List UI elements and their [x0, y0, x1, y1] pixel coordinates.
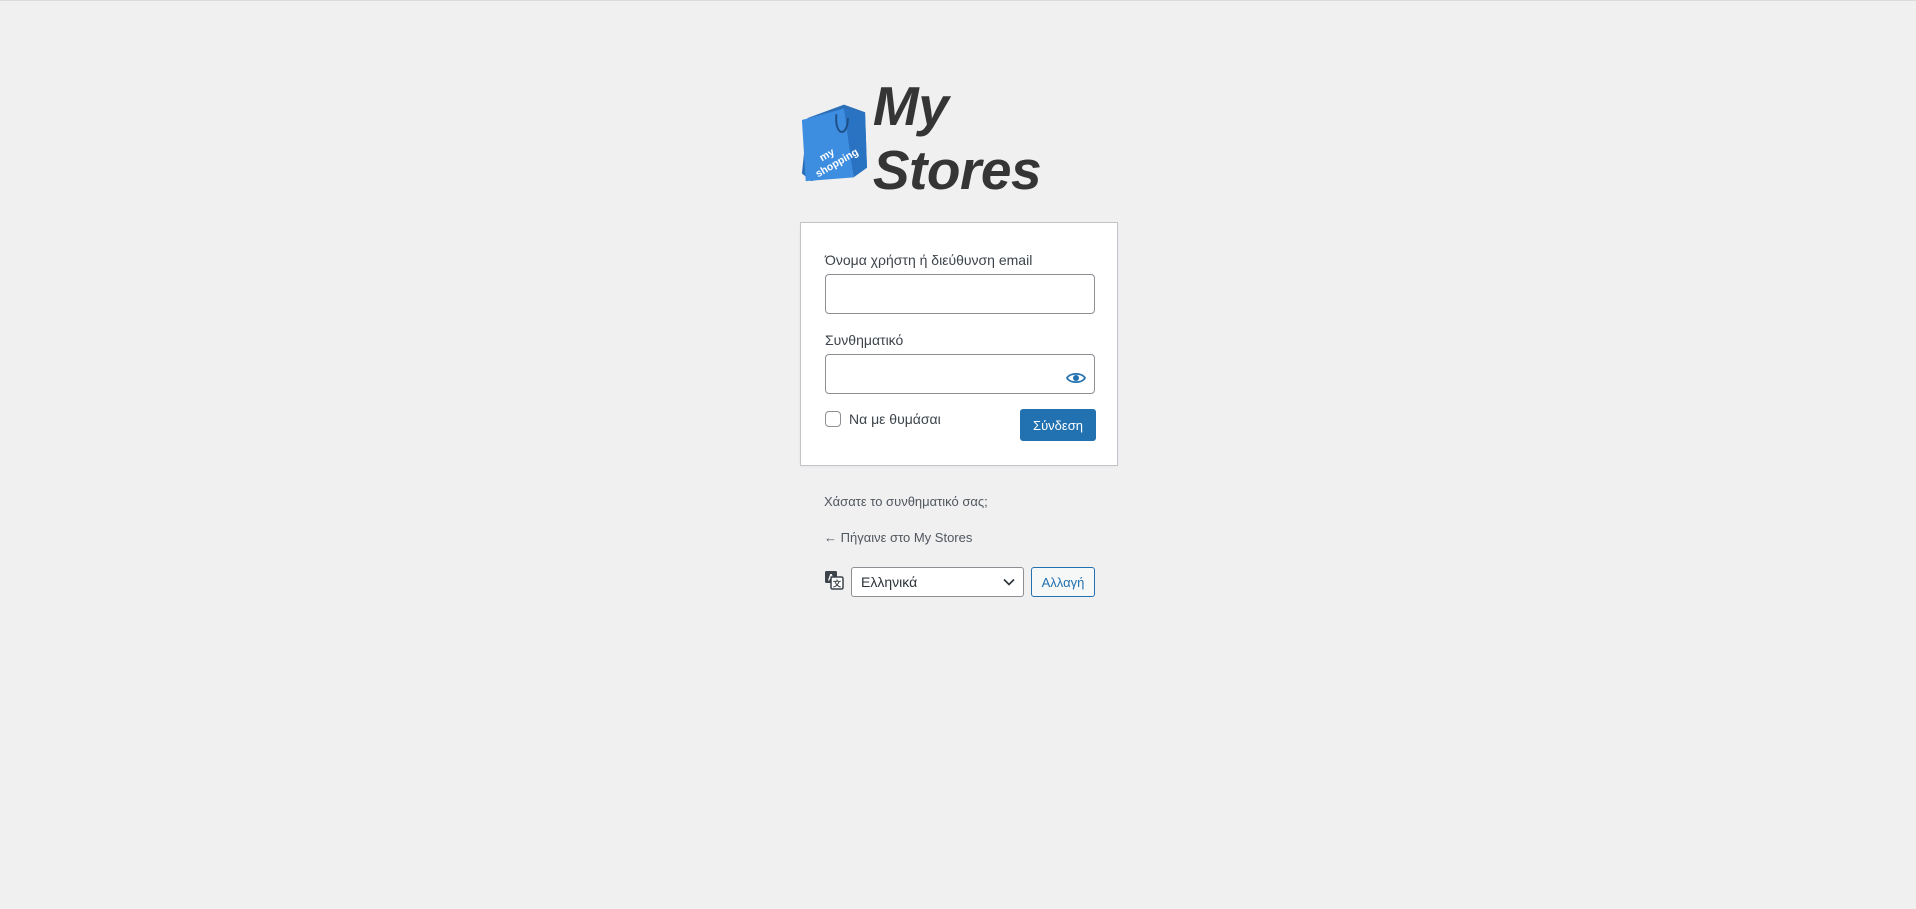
top-border [0, 0, 1916, 1]
show-password-button[interactable] [1061, 363, 1091, 393]
username-input[interactable] [825, 274, 1095, 314]
login-form: Όνομα χρήστη ή διεύθυνση email Συνθηματι… [800, 222, 1118, 466]
login-button[interactable]: Σύνδεση [1020, 409, 1096, 441]
site-name: My Stores [872, 75, 1042, 201]
remember-checkbox[interactable] [825, 411, 841, 427]
username-label: Όνομα χρήστη ή διεύθυνση email [825, 252, 1033, 268]
shopping-bag-icon: my shopping [801, 104, 867, 182]
language-selected: Ελληνικά [861, 574, 918, 590]
site-logo[interactable]: my shopping My Stores [800, 75, 1120, 201]
lost-password-link[interactable]: Χάσατε το συνθηματικό σας; [824, 494, 988, 509]
eye-icon [1066, 372, 1086, 384]
remember-label: Να με θυμάσαι [849, 411, 941, 427]
language-switcher: A 文 Ελληνικά Αλλαγή [824, 566, 1095, 598]
password-input[interactable] [825, 354, 1095, 394]
chevron-down-icon [1003, 578, 1015, 586]
svg-text:文: 文 [833, 579, 842, 589]
language-select[interactable]: Ελληνικά [851, 567, 1024, 597]
translation-icon: A 文 [825, 571, 844, 590]
change-language-button[interactable]: Αλλαγή [1031, 567, 1095, 597]
password-label: Συνθηματικό [825, 332, 904, 348]
remember-me[interactable]: Να με θυμάσαι [825, 411, 941, 427]
back-to-site-link[interactable]: ← Πήγαινε στο My Stores [824, 530, 972, 545]
